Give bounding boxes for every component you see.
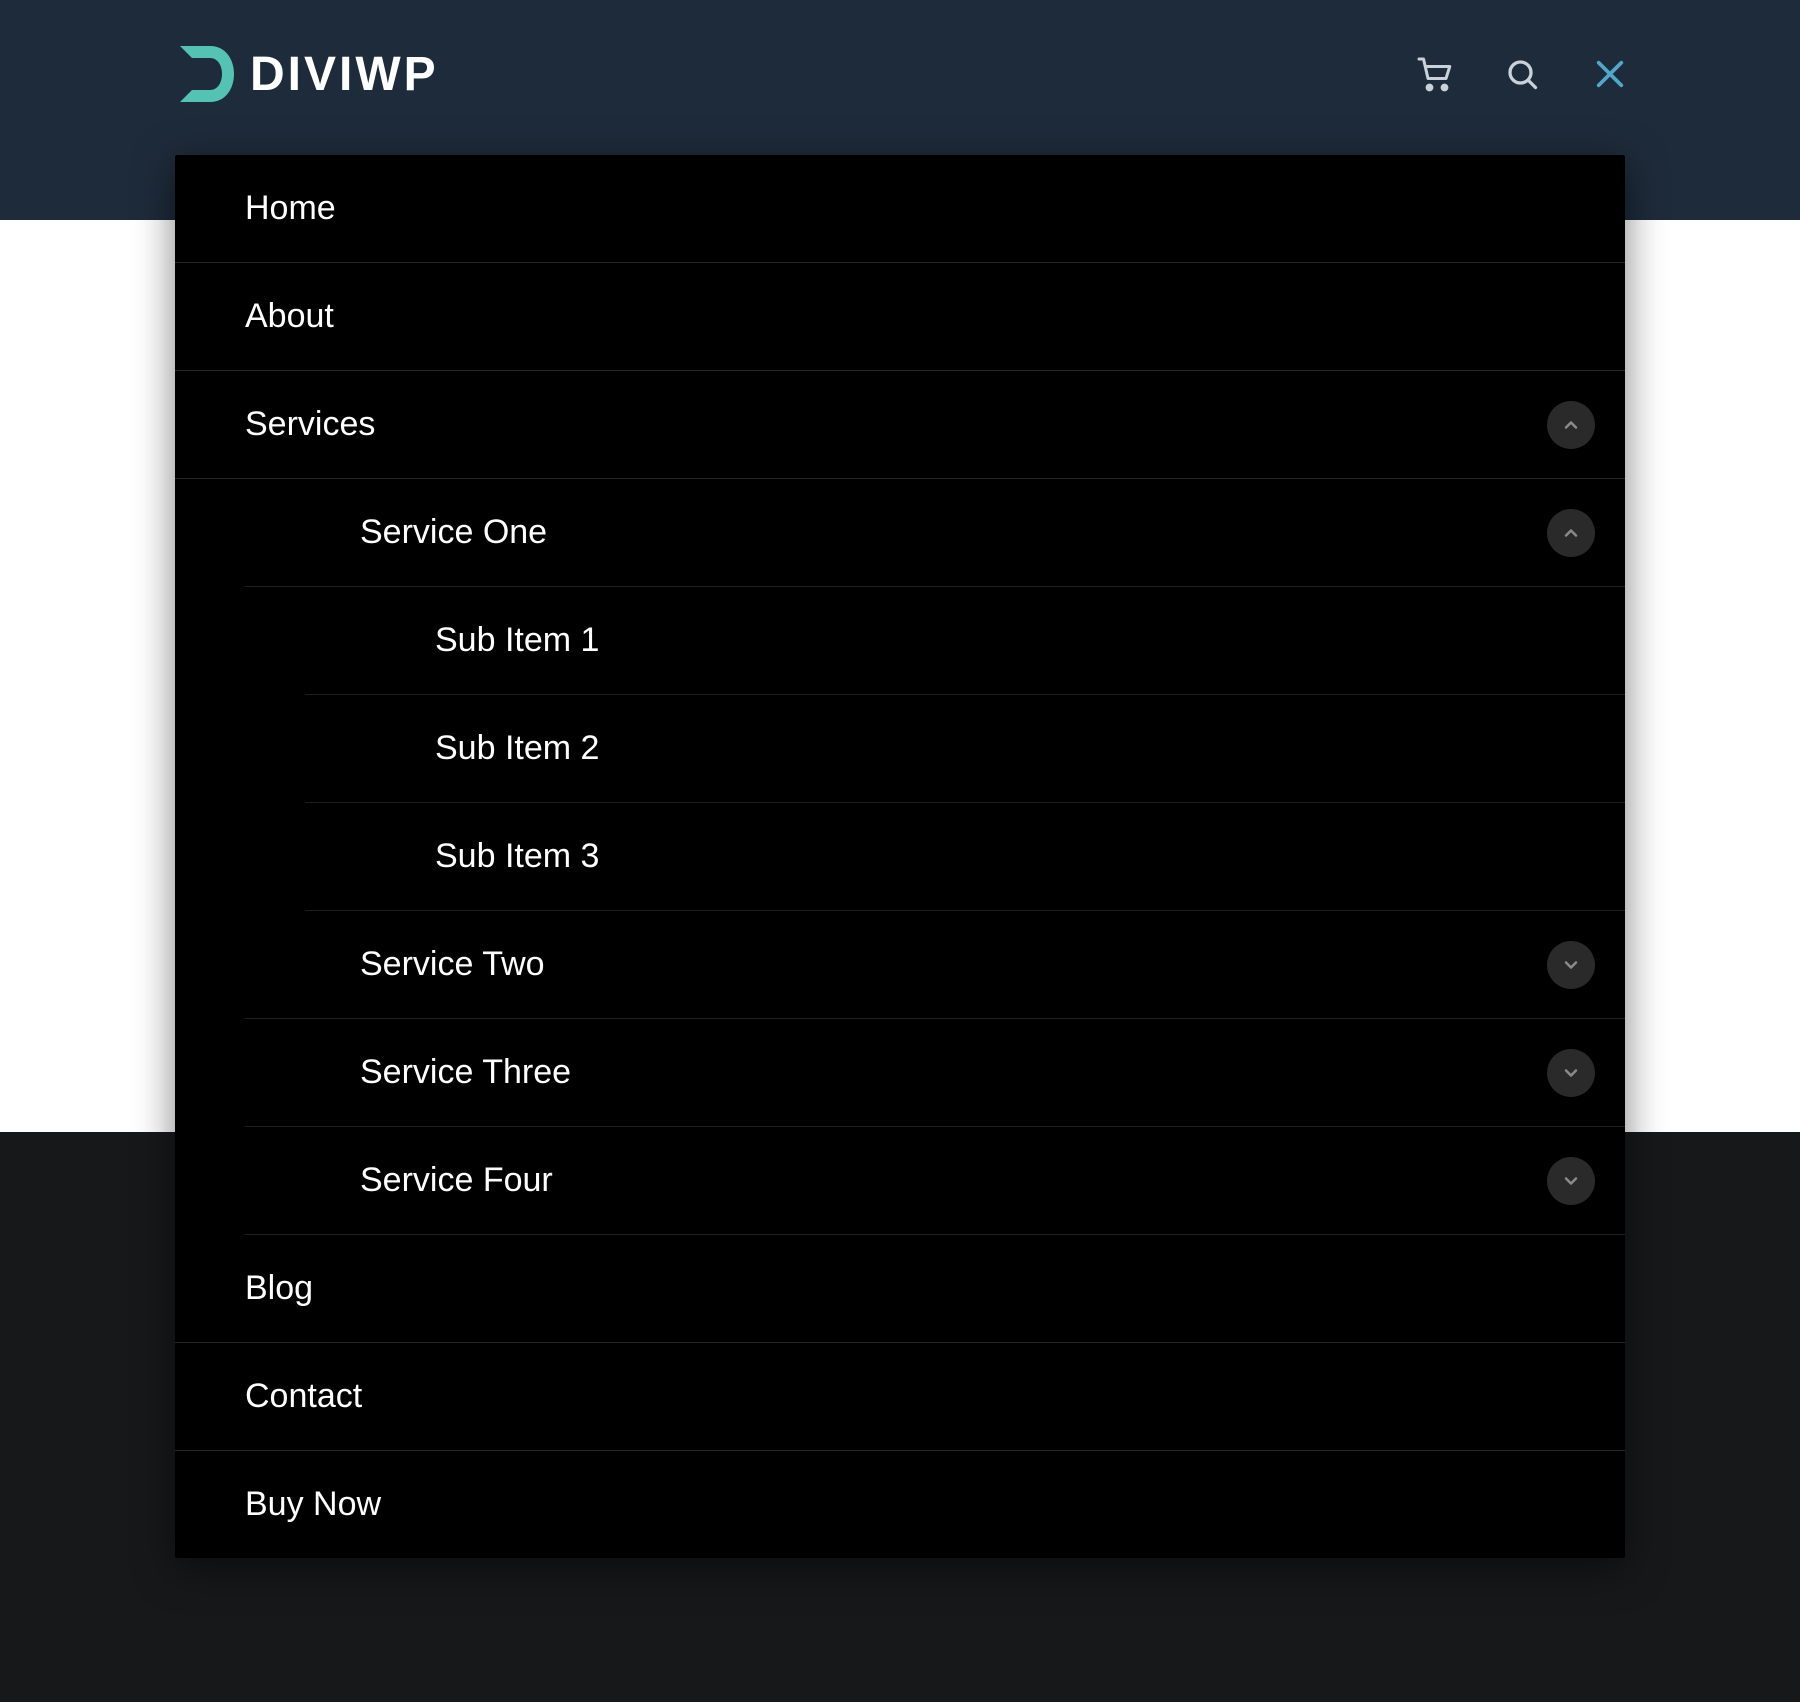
chevron-down-icon bbox=[1561, 1063, 1581, 1083]
menu-item-label: Sub Item 3 bbox=[435, 803, 599, 910]
menu-item-buy-now[interactable]: Buy Now bbox=[175, 1451, 1625, 1558]
menu-item-services[interactable]: Services bbox=[175, 371, 1625, 479]
menu-item-label: Service Four bbox=[360, 1127, 553, 1234]
menu-item-label: Services bbox=[245, 371, 375, 478]
search-icon[interactable] bbox=[1502, 54, 1542, 94]
menu-item-service-four[interactable]: Service Four bbox=[245, 1127, 1625, 1235]
logo-text: DIVIWP bbox=[250, 47, 439, 102]
menu-item-blog[interactable]: Blog bbox=[175, 1235, 1625, 1343]
chevron-up-icon bbox=[1561, 523, 1581, 543]
menu-item-label: Contact bbox=[245, 1343, 362, 1450]
menu-item-service-one[interactable]: Service One bbox=[245, 479, 1625, 587]
cart-icon[interactable] bbox=[1414, 54, 1454, 94]
menu-item-home[interactable]: Home bbox=[175, 155, 1625, 263]
menu-item-contact[interactable]: Contact bbox=[175, 1343, 1625, 1451]
menu-item-service-two[interactable]: Service Two bbox=[245, 911, 1625, 1019]
collapse-toggle[interactable] bbox=[1547, 401, 1595, 449]
menu-item-label: Blog bbox=[245, 1235, 313, 1342]
menu-item-about[interactable]: About bbox=[175, 263, 1625, 371]
collapse-toggle[interactable] bbox=[1547, 509, 1595, 557]
chevron-down-icon bbox=[1561, 955, 1581, 975]
menu-item-label: Service Three bbox=[360, 1019, 571, 1126]
header-actions bbox=[1414, 54, 1630, 94]
expand-toggle[interactable] bbox=[1547, 1049, 1595, 1097]
header-inner: DIVIWP bbox=[110, 0, 1690, 108]
menu-item-label: Service Two bbox=[360, 911, 545, 1018]
expand-toggle[interactable] bbox=[1547, 1157, 1595, 1205]
menu-item-label: Home bbox=[245, 155, 336, 262]
close-icon[interactable] bbox=[1590, 54, 1630, 94]
menu-item-label: About bbox=[245, 263, 334, 370]
menu-item-sub-1[interactable]: Sub Item 1 bbox=[305, 587, 1625, 695]
expand-toggle[interactable] bbox=[1547, 941, 1595, 989]
mobile-menu-panel: Home About Services Service One Sub Item… bbox=[175, 155, 1625, 1558]
menu-item-label: Sub Item 2 bbox=[435, 695, 599, 802]
chevron-up-icon bbox=[1561, 415, 1581, 435]
menu-item-label: Buy Now bbox=[245, 1451, 381, 1558]
logo-mark-icon bbox=[170, 40, 238, 108]
site-logo[interactable]: DIVIWP bbox=[170, 40, 439, 108]
menu-item-service-three[interactable]: Service Three bbox=[245, 1019, 1625, 1127]
menu-item-sub-3[interactable]: Sub Item 3 bbox=[305, 803, 1625, 911]
menu-item-label: Service One bbox=[360, 479, 547, 586]
chevron-down-icon bbox=[1561, 1171, 1581, 1191]
menu-item-label: Sub Item 1 bbox=[435, 587, 599, 694]
menu-item-sub-2[interactable]: Sub Item 2 bbox=[305, 695, 1625, 803]
